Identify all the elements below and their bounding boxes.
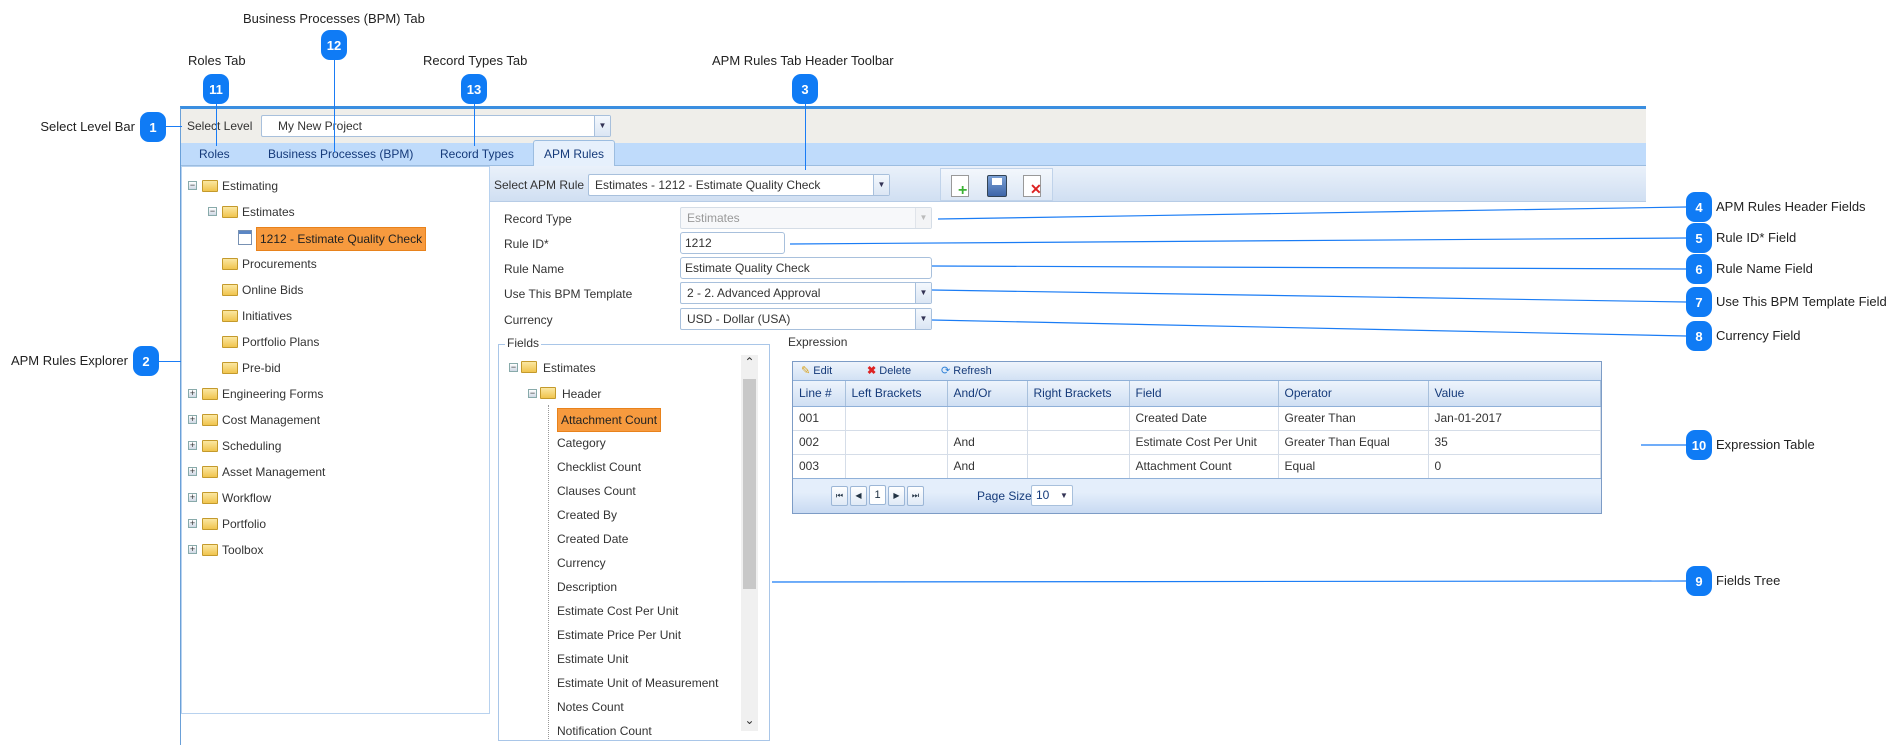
callout-badge-5: 5 — [1686, 223, 1712, 253]
callout-badge-10: 10 — [1686, 430, 1712, 460]
callout-label-3: APM Rules Tab Header Toolbar — [712, 53, 894, 68]
callout-label-12: Business Processes (BPM) Tab — [243, 11, 425, 26]
callout-badge-2: 2 — [133, 346, 159, 376]
callout-line-5 — [789, 237, 1687, 245]
callout-label-10: Expression Table — [1716, 437, 1815, 452]
callout-badge-12: 12 — [321, 30, 347, 60]
callout-badge-9: 9 — [1686, 566, 1712, 596]
callout-lines-right — [771, 206, 1687, 583]
callout-line-8 — [931, 319, 1687, 337]
callout-line-4 — [937, 206, 1687, 220]
callout-badge-8: 8 — [1686, 321, 1712, 351]
callout-label-11: Roles Tab — [188, 53, 246, 68]
callout-badge-6: 6 — [1686, 254, 1712, 284]
callout-label-9: Fields Tree — [1716, 573, 1781, 588]
callout-label-6: Rule Name Field — [1716, 261, 1813, 276]
callout-badge-7: 7 — [1686, 287, 1712, 317]
callout-label-4: APM Rules Header Fields — [1716, 199, 1866, 214]
callout-badge-4: 4 — [1686, 192, 1712, 222]
callout-badge-3: 3 — [792, 74, 818, 104]
callout-line-9 — [771, 580, 1687, 583]
callout-label-1: Select Level Bar — [40, 119, 135, 134]
callout-label-5: Rule ID* Field — [1716, 230, 1797, 245]
callout-line-7 — [931, 289, 1687, 303]
callout-badge-1: 1 — [140, 112, 166, 142]
callout-badge-11: 11 — [203, 74, 229, 104]
callout-label-8: Currency Field — [1716, 328, 1801, 343]
callout-label-13: Record Types Tab — [423, 53, 528, 68]
callout-badge-13: 13 — [461, 74, 487, 104]
callout-line-6 — [931, 265, 1687, 270]
callout-label-7: Use This BPM Template Field — [1716, 294, 1887, 309]
callout-label-2: APM Rules Explorer — [10, 353, 128, 368]
